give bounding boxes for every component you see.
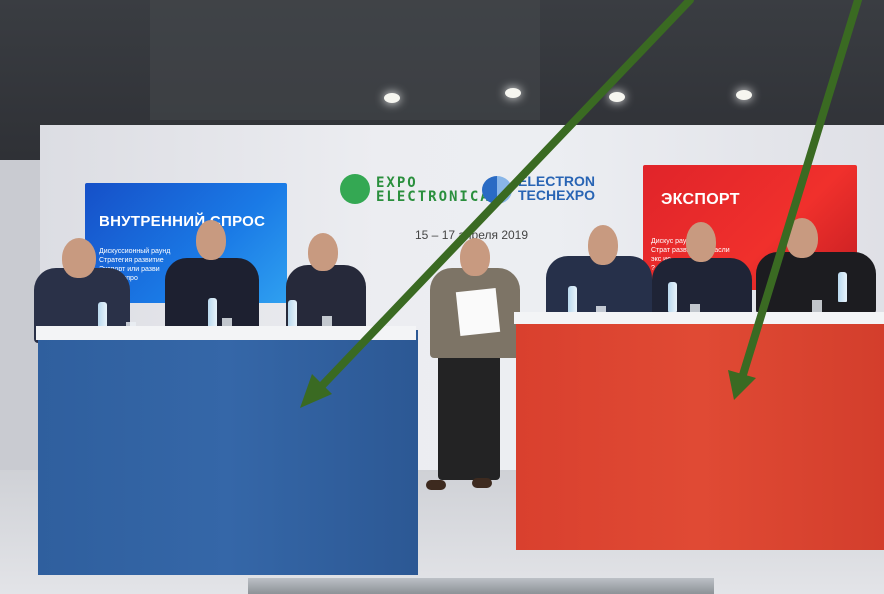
photo-scene: EXPO ELECTRONICA ELECTRON TECHEXPO 15 – …	[0, 0, 884, 594]
arrow-icon	[300, 0, 694, 408]
arrow-icon	[728, 0, 862, 400]
annotation-arrows	[300, 0, 862, 408]
